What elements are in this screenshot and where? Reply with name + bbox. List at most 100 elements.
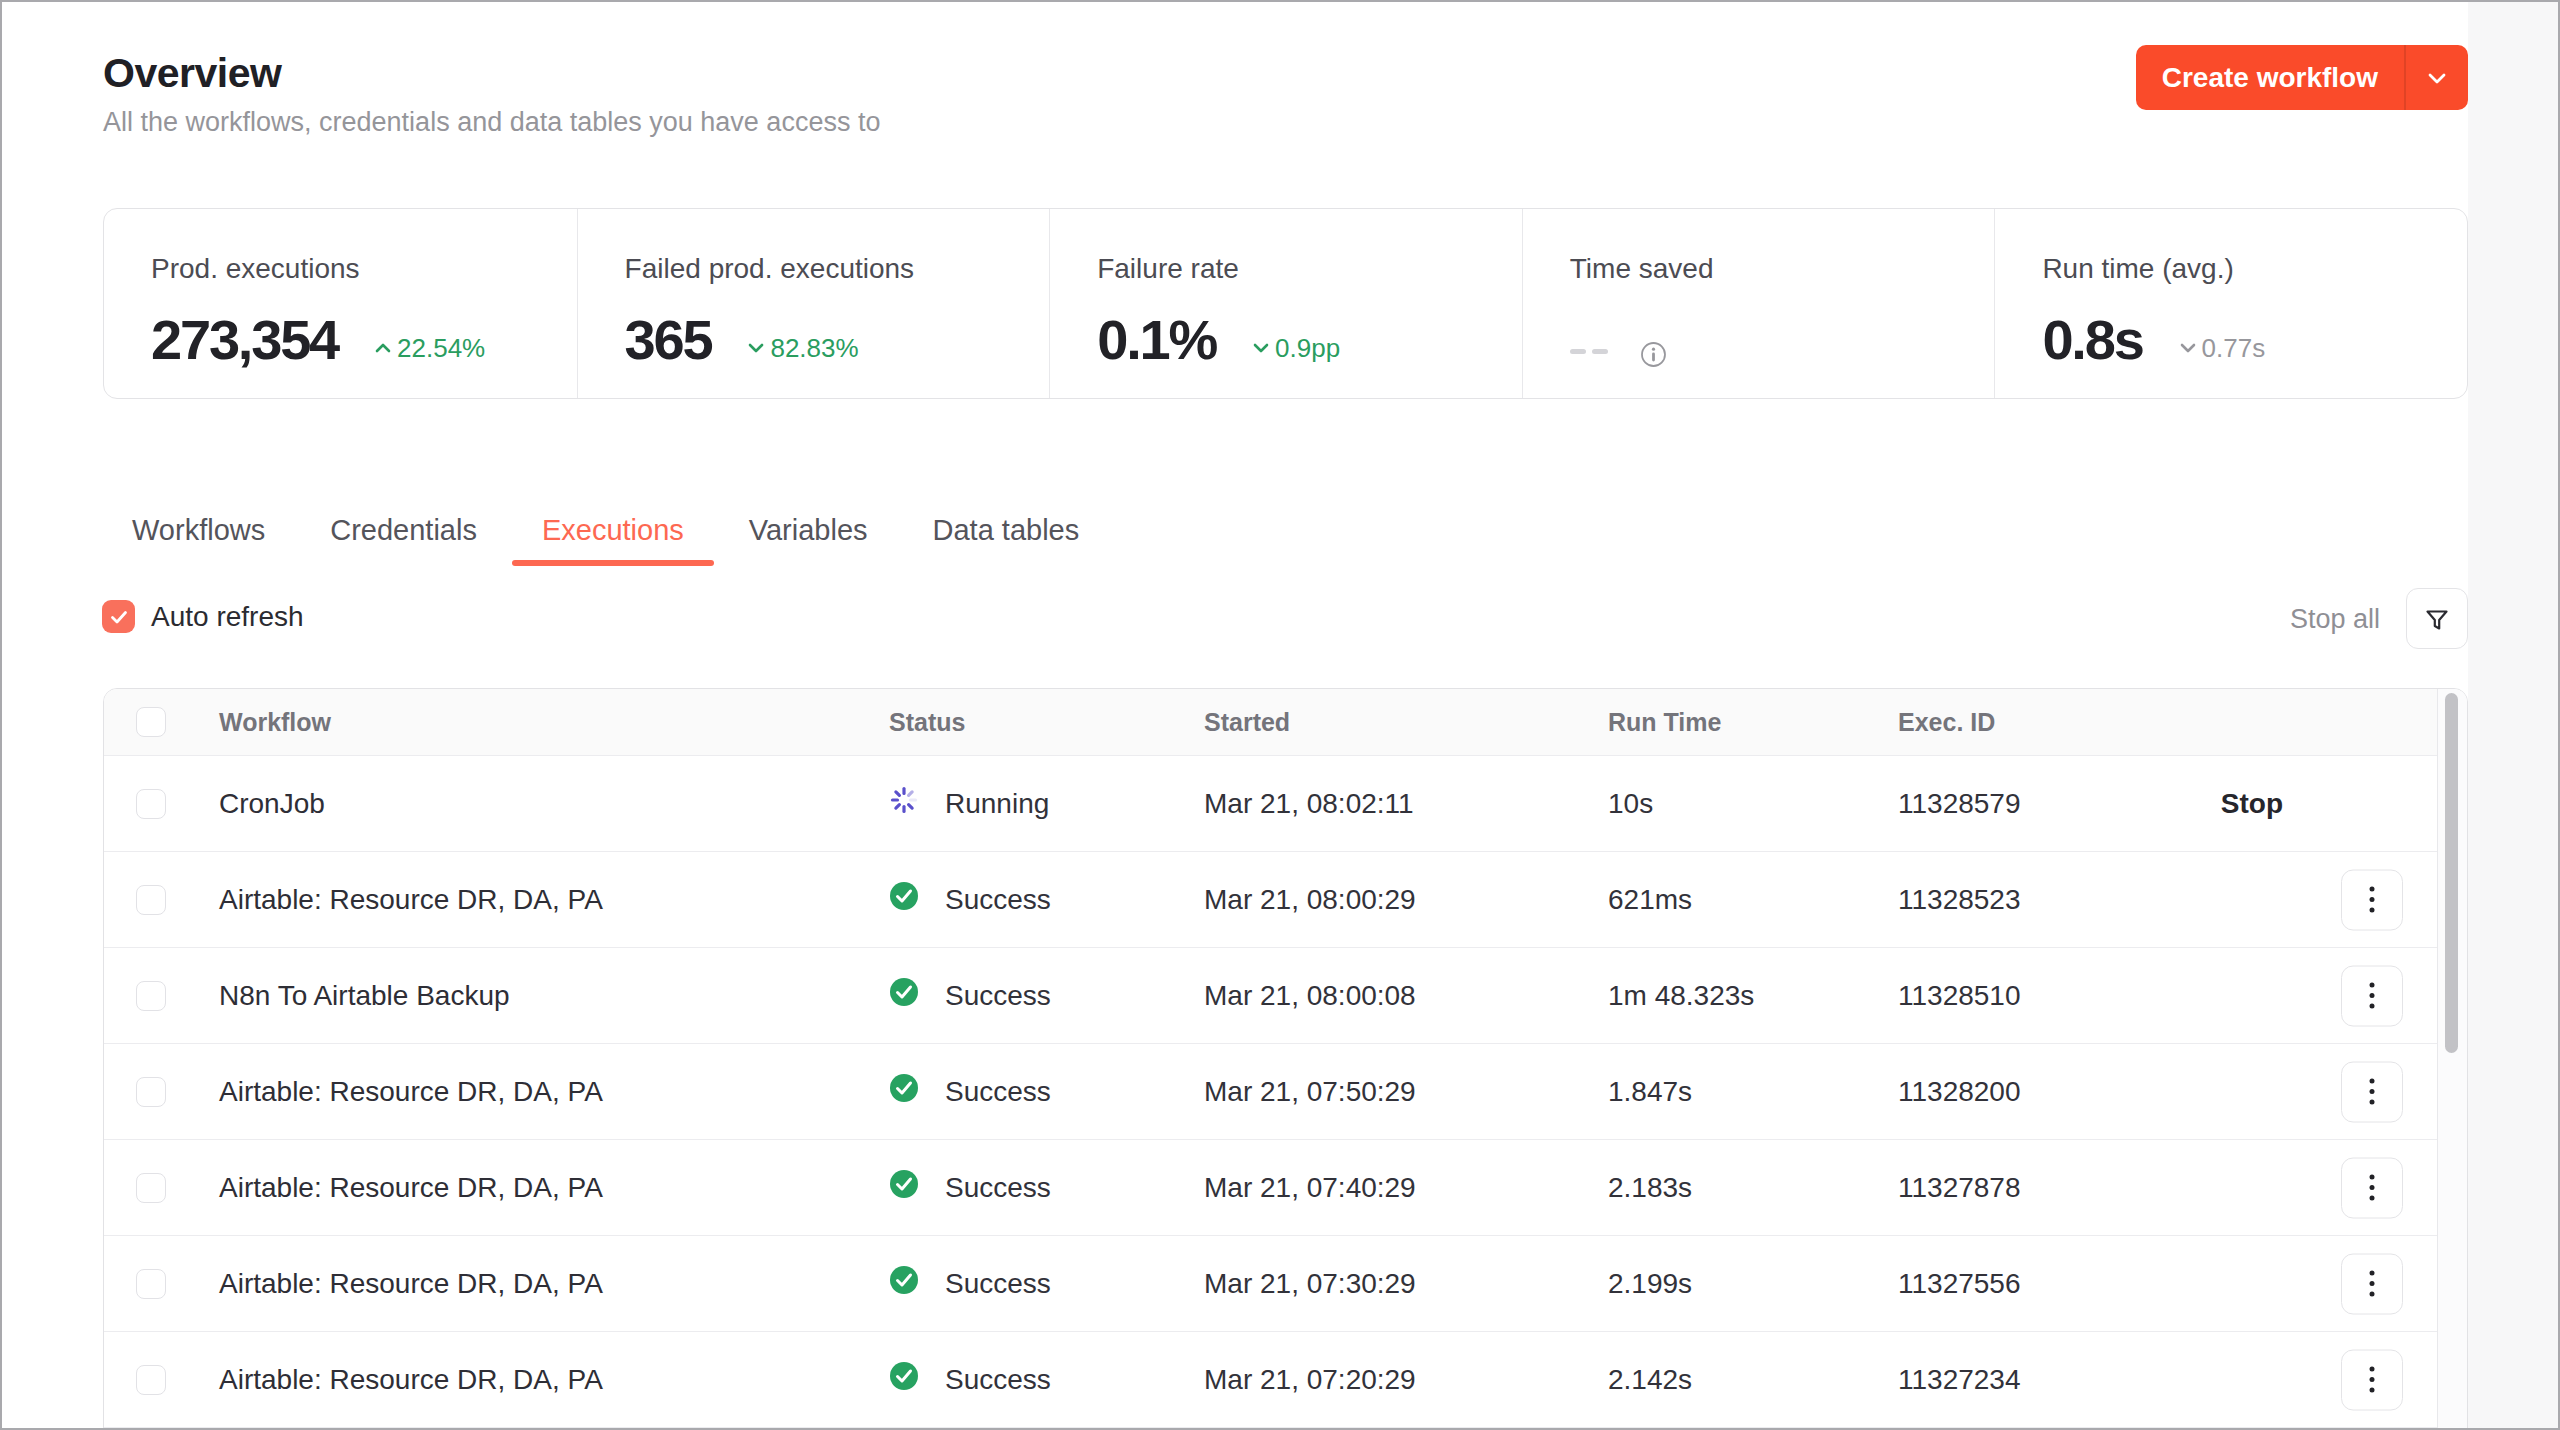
column-header-started: Started [1204,708,1608,737]
stat-value: 0.8s [2042,307,2142,372]
workflow-name: Airtable: Resource DR, DA, PA [219,1076,889,1108]
row-menu-button[interactable] [2341,965,2403,1026]
run-time: 2.142s [1608,1364,1898,1396]
stat-time-saved: Time saved [1522,209,1995,398]
kebab-icon [2367,1078,2377,1106]
create-workflow-label: Create workflow [2136,45,2404,110]
stat-delta: 0.77s [2177,333,2266,364]
page-header: Overview All the workflows, credentials … [103,50,880,138]
chevron-down-icon [2423,64,2451,92]
column-header-workflow: Workflow [219,708,889,737]
table-row[interactable]: Airtable: Resource DR, DA, PA Success Ma… [104,852,2437,948]
workflow-name: Airtable: Resource DR, DA, PA [219,884,889,916]
status-icon [889,881,919,918]
column-header-exec-id: Exec. ID [1898,708,2223,737]
stat-value: 0.1% [1097,307,1216,372]
workflow-name: Airtable: Resource DR, DA, PA [219,1268,889,1300]
started-time: Mar 21, 08:00:29 [1204,884,1608,916]
success-icon [889,881,919,911]
executions-table: Workflow Status Started Run Time Exec. I… [103,688,2468,1430]
stat-value: 273,354 [151,307,338,372]
stat-value: 365 [625,307,712,372]
create-workflow-dropdown[interactable] [2406,45,2468,110]
run-time: 10s [1608,788,1898,820]
exec-id: 11327878 [1898,1172,2223,1204]
row-checkbox[interactable] [136,1269,166,1299]
tab-executions[interactable]: Executions [512,503,714,558]
filter-button[interactable] [2406,588,2468,649]
row-actions: Stop [2223,756,2437,851]
row-checkbox[interactable] [136,789,166,819]
filter-icon [2422,604,2452,634]
table-row[interactable]: CronJob Running Mar 21, 08:02:11 10s 113… [104,756,2437,852]
row-checkbox[interactable] [136,1173,166,1203]
create-workflow-button[interactable]: Create workflow [2136,45,2468,110]
stop-button[interactable]: Stop [2221,788,2283,820]
row-checkbox[interactable] [136,1365,166,1395]
table-row[interactable]: Airtable: Resource DR, DA, PA Success Ma… [104,1140,2437,1236]
exec-id: 11328579 [1898,788,2223,820]
started-time: Mar 21, 08:00:08 [1204,980,1608,1012]
tab-workflows[interactable]: Workflows [102,503,295,558]
running-spinner-icon [889,785,919,815]
success-icon [889,1361,919,1391]
column-header-run-time: Run Time [1608,708,1898,737]
trend-up-icon [372,337,394,359]
auto-refresh-checkbox[interactable] [102,600,135,633]
status-icon [889,785,919,822]
table-row[interactable]: N8n To Airtable Backup Success Mar 21, 0… [104,948,2437,1044]
select-all-checkbox[interactable] [136,707,166,737]
status-icon [889,1265,919,1302]
kebab-icon [2367,1366,2377,1394]
tab-variables[interactable]: Variables [719,503,898,558]
table-row[interactable]: Airtable: Resource DR, DA, PA Success Ma… [104,1236,2437,1332]
stat-failed-executions: Failed prod. executions 365 82.83% [577,209,1050,398]
kebab-icon [2367,1270,2377,1298]
workflow-name: N8n To Airtable Backup [219,980,889,1012]
run-time: 2.199s [1608,1268,1898,1300]
page-subtitle: All the workflows, credentials and data … [103,107,880,138]
row-menu-button[interactable] [2341,1349,2403,1410]
stats-bar: Prod. executions 273,354 22.54% Failed p… [103,208,2468,399]
status-label: Success [945,1364,1051,1396]
scrollbar-thumb[interactable] [2445,693,2458,1053]
stat-label: Prod. executions [151,253,577,285]
workflow-name: Airtable: Resource DR, DA, PA [219,1364,889,1396]
auto-refresh-toggle[interactable]: Auto refresh [102,600,304,633]
row-checkbox[interactable] [136,981,166,1011]
row-menu-button[interactable] [2341,1061,2403,1122]
tab-credentials[interactable]: Credentials [300,503,507,558]
status-label: Success [945,884,1051,916]
row-menu-button[interactable] [2341,1253,2403,1314]
empty-value-dashes [1570,340,1614,358]
info-icon[interactable] [1640,341,1667,372]
table-scrollbar [2437,689,2467,1430]
table-row[interactable]: Airtable: Resource DR, DA, PA Success Ma… [104,1044,2437,1140]
success-icon [889,1169,919,1199]
row-menu-button[interactable] [2341,1157,2403,1218]
tab-data-tables[interactable]: Data tables [903,503,1110,558]
row-actions [2223,948,2437,1043]
exec-id: 11327556 [1898,1268,2223,1300]
row-checkbox[interactable] [136,885,166,915]
row-actions [2223,1044,2437,1139]
row-menu-button[interactable] [2341,869,2403,930]
stat-run-time: Run time (avg.) 0.8s 0.77s [1994,209,2467,398]
trend-down-icon [2177,337,2199,359]
stop-all-button[interactable]: Stop all [2290,604,2380,635]
started-time: Mar 21, 07:40:29 [1204,1172,1608,1204]
column-header-status: Status [889,708,1204,737]
workflow-name: Airtable: Resource DR, DA, PA [219,1172,889,1204]
row-actions [2223,1332,2437,1427]
started-time: Mar 21, 07:20:29 [1204,1364,1608,1396]
run-time: 2.183s [1608,1172,1898,1204]
kebab-icon [2367,886,2377,914]
success-icon [889,1265,919,1295]
status-label: Success [945,980,1051,1012]
trend-down-icon [745,337,767,359]
status-label: Success [945,1076,1051,1108]
row-actions [2223,1140,2437,1235]
exec-id: 11328510 [1898,980,2223,1012]
row-checkbox[interactable] [136,1077,166,1107]
table-row[interactable]: Airtable: Resource DR, DA, PA Success Ma… [104,1332,2437,1428]
